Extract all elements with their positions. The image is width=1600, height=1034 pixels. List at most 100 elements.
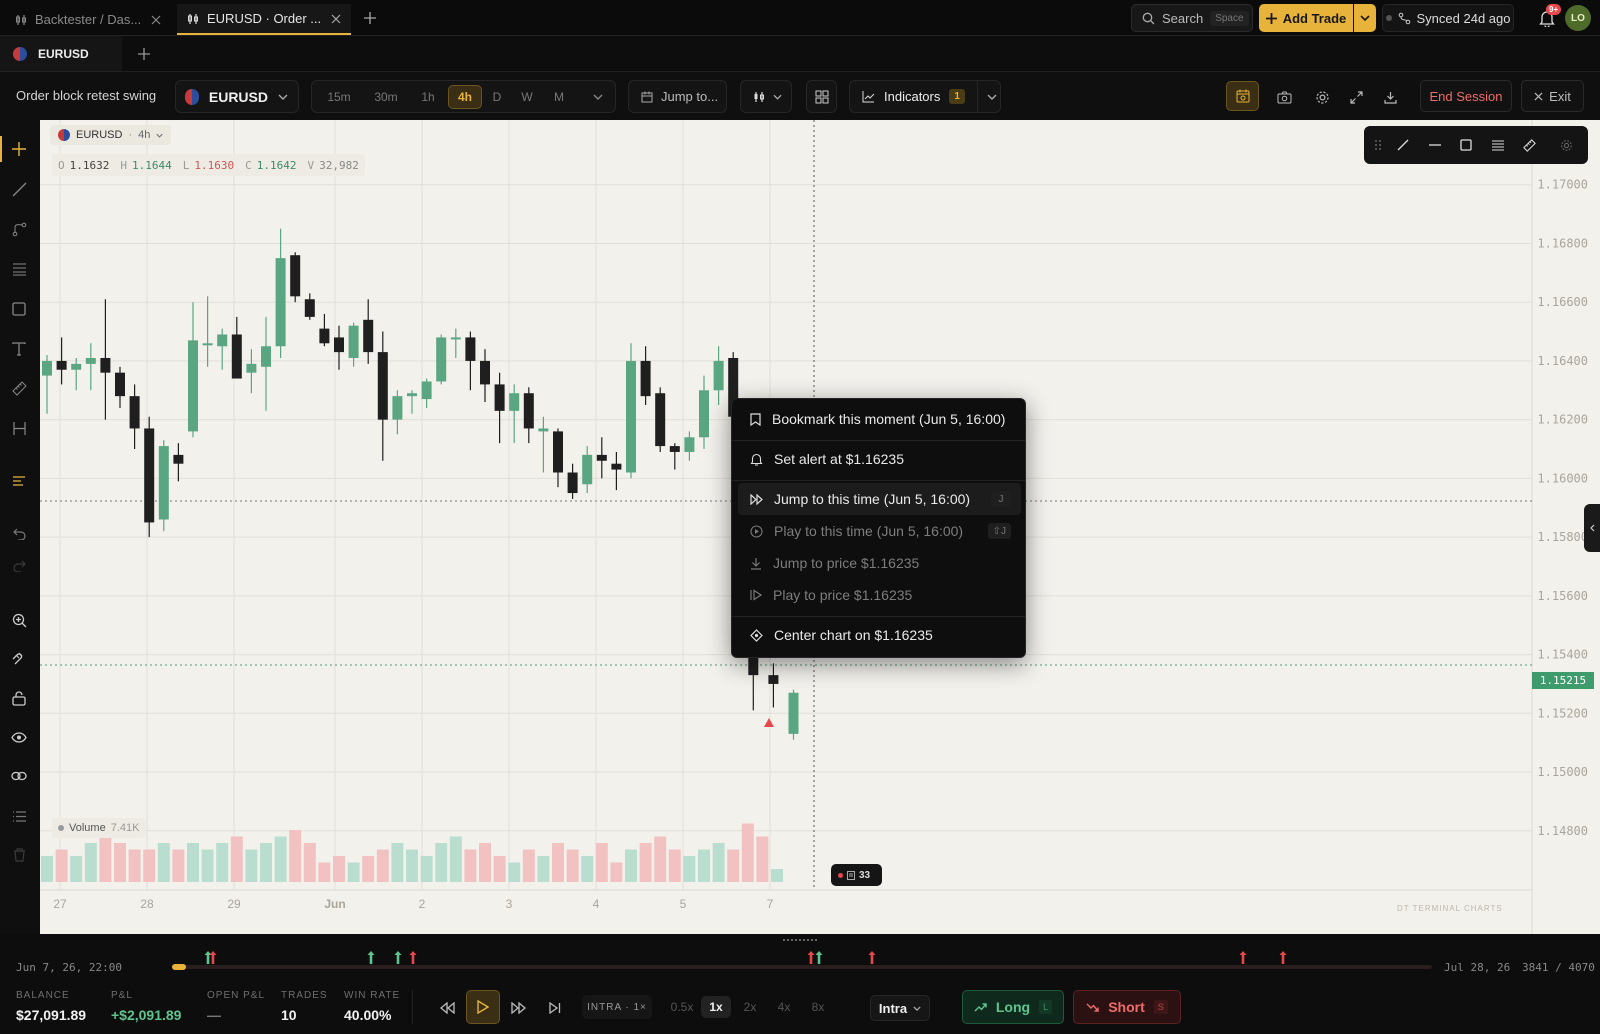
chevron-down-icon[interactable] bbox=[593, 94, 603, 100]
fast-forward-icon[interactable] bbox=[508, 997, 530, 1019]
list-icon[interactable] bbox=[8, 805, 30, 827]
symbol-selector[interactable]: EURUSD bbox=[175, 80, 299, 113]
close-icon[interactable] bbox=[151, 15, 161, 25]
settings-gear-icon[interactable] bbox=[1311, 86, 1333, 108]
volume-bar bbox=[552, 843, 564, 882]
trash-icon[interactable] bbox=[8, 844, 30, 866]
new-tab-icon[interactable] bbox=[362, 10, 378, 26]
step-forward-icon[interactable] bbox=[544, 997, 566, 1019]
volume-bar bbox=[741, 823, 754, 882]
trade-marker-icon[interactable] bbox=[807, 951, 815, 964]
exit-button[interactable]: Exit bbox=[1521, 80, 1584, 112]
menu-item-jump-to-time[interactable]: Jump to this time (Jun 5, 16:00) J bbox=[738, 483, 1021, 515]
menu-item-bookmark[interactable]: Bookmark this moment (Jun 5, 16:00) bbox=[738, 403, 1021, 435]
timeframe-15m[interactable]: 15m bbox=[316, 85, 362, 109]
line-tool-icon[interactable] bbox=[1388, 139, 1419, 151]
candle-body bbox=[436, 337, 447, 382]
path-tool-icon[interactable] bbox=[8, 218, 30, 240]
replay-mode-button[interactable] bbox=[1226, 81, 1259, 111]
trade-marker-icon[interactable] bbox=[1239, 951, 1247, 964]
intra-select[interactable]: Intra bbox=[870, 995, 930, 1021]
speed-8x[interactable]: 8x bbox=[803, 996, 833, 1018]
undo-icon[interactable] bbox=[8, 523, 30, 545]
volume-legend[interactable]: Volume 7.41K bbox=[52, 818, 146, 838]
magnet-icon[interactable] bbox=[8, 648, 30, 670]
zoom-in-icon[interactable] bbox=[8, 609, 30, 631]
add-symbol-icon[interactable] bbox=[136, 46, 152, 62]
chart-area[interactable]: 1.17000 1.16800 1.16600 1.16400 1.16200 1.160… bbox=[40, 120, 1600, 934]
timeframe-w[interactable]: W bbox=[512, 85, 542, 109]
rectangle-icon[interactable] bbox=[1450, 139, 1481, 151]
right-panel-toggle[interactable] bbox=[1584, 504, 1600, 552]
speed-2x[interactable]: 2x bbox=[735, 996, 765, 1018]
drag-handle-icon[interactable] bbox=[1368, 140, 1388, 150]
events-badge[interactable]: 33 bbox=[831, 864, 882, 886]
trade-marker-icon[interactable] bbox=[868, 951, 876, 964]
download-icon[interactable] bbox=[1379, 86, 1401, 108]
fullscreen-icon[interactable] bbox=[1345, 86, 1367, 108]
close-icon[interactable] bbox=[331, 14, 341, 24]
end-session-button[interactable]: End Session bbox=[1420, 80, 1512, 112]
jump-to-button[interactable]: Jump to... bbox=[628, 80, 727, 113]
horizontal-line-icon[interactable] bbox=[1419, 144, 1450, 146]
resize-handle[interactable] bbox=[783, 939, 817, 942]
tab-dashboard[interactable]: Backtester / Das... bbox=[5, 4, 171, 35]
layout-button[interactable] bbox=[806, 80, 837, 113]
timeframe-d[interactable]: D bbox=[484, 85, 510, 109]
fib-lines-icon[interactable] bbox=[8, 258, 30, 280]
tab-eurusd-order[interactable]: EURUSD · Order ... bbox=[177, 4, 351, 35]
rectangle-icon[interactable] bbox=[8, 298, 30, 320]
rewind-icon[interactable] bbox=[436, 997, 458, 1019]
timeframe-30m[interactable]: 30m bbox=[364, 85, 408, 109]
text-tool-icon[interactable] bbox=[8, 338, 30, 360]
add-trade-dropdown[interactable] bbox=[1354, 4, 1376, 32]
menu-item-set-alert[interactable]: Set alert at $1.16235 bbox=[738, 443, 1021, 475]
mode-indicator[interactable]: INTRA · 1× bbox=[582, 995, 652, 1019]
menu-item-play-to-price[interactable]: Play to price $1.16235 bbox=[738, 579, 1021, 611]
search-hint: Space bbox=[1210, 10, 1249, 26]
add-trade-button[interactable]: Add Trade bbox=[1259, 4, 1353, 32]
indicators-button[interactable]: Indicators 1 bbox=[849, 80, 1001, 113]
object-tree-icon[interactable] bbox=[8, 471, 30, 493]
link-icon[interactable] bbox=[8, 765, 30, 787]
trade-marker-icon[interactable] bbox=[204, 951, 212, 964]
trade-marker-icon[interactable] bbox=[367, 951, 375, 964]
timeframe-4h[interactable]: 4h bbox=[448, 85, 482, 109]
trade-marker-icon[interactable] bbox=[209, 951, 217, 964]
search-button[interactable]: Search Space bbox=[1131, 4, 1253, 32]
play-button[interactable] bbox=[466, 990, 500, 1024]
fib-lines-icon[interactable] bbox=[1482, 140, 1513, 151]
trade-marker-icon[interactable] bbox=[815, 951, 823, 964]
crosshair-icon[interactable] bbox=[8, 138, 30, 160]
ruler-icon[interactable] bbox=[8, 377, 30, 399]
speed-0.5x[interactable]: 0.5x bbox=[667, 996, 697, 1018]
trade-marker-icon[interactable] bbox=[1279, 951, 1287, 964]
timeline-track[interactable] bbox=[172, 951, 1432, 971]
speed-1x[interactable]: 1x bbox=[701, 996, 731, 1018]
eye-icon[interactable] bbox=[8, 726, 30, 748]
lock-icon[interactable] bbox=[8, 687, 30, 709]
menu-item-play-to-time[interactable]: Play to this time (Jun 5, 16:00) ⇧J bbox=[738, 515, 1021, 547]
short-button[interactable]: Short S bbox=[1073, 990, 1181, 1024]
chevron-down-icon[interactable] bbox=[987, 94, 997, 100]
symbol-tab-eurusd[interactable]: EURUSD bbox=[0, 36, 122, 71]
measure-icon[interactable] bbox=[8, 417, 30, 439]
redo-icon[interactable] bbox=[8, 555, 30, 577]
trade-marker-icon[interactable] bbox=[409, 951, 417, 964]
chart-type-selector[interactable] bbox=[740, 80, 792, 113]
trade-marker-icon[interactable] bbox=[394, 951, 402, 964]
trendline-icon[interactable] bbox=[8, 178, 30, 200]
settings-gear-icon[interactable] bbox=[1545, 139, 1588, 152]
pnl-value: +$2,091.89 bbox=[111, 1007, 182, 1023]
avatar[interactable]: LO bbox=[1565, 5, 1591, 31]
ruler-icon[interactable] bbox=[1513, 138, 1544, 152]
camera-icon[interactable] bbox=[1273, 86, 1295, 108]
chart-legend[interactable]: EURUSD · 4h bbox=[50, 125, 172, 145]
speed-4x[interactable]: 4x bbox=[769, 996, 799, 1018]
timeframe-m[interactable]: M bbox=[544, 85, 574, 109]
long-button[interactable]: Long L bbox=[962, 990, 1064, 1024]
menu-item-center-chart[interactable]: Center chart on $1.16235 bbox=[738, 619, 1021, 651]
menu-item-jump-to-price[interactable]: Jump to price $1.16235 bbox=[738, 547, 1021, 579]
sync-status[interactable]: Synced 24d ago bbox=[1382, 4, 1514, 32]
timeframe-1h[interactable]: 1h bbox=[410, 85, 446, 109]
